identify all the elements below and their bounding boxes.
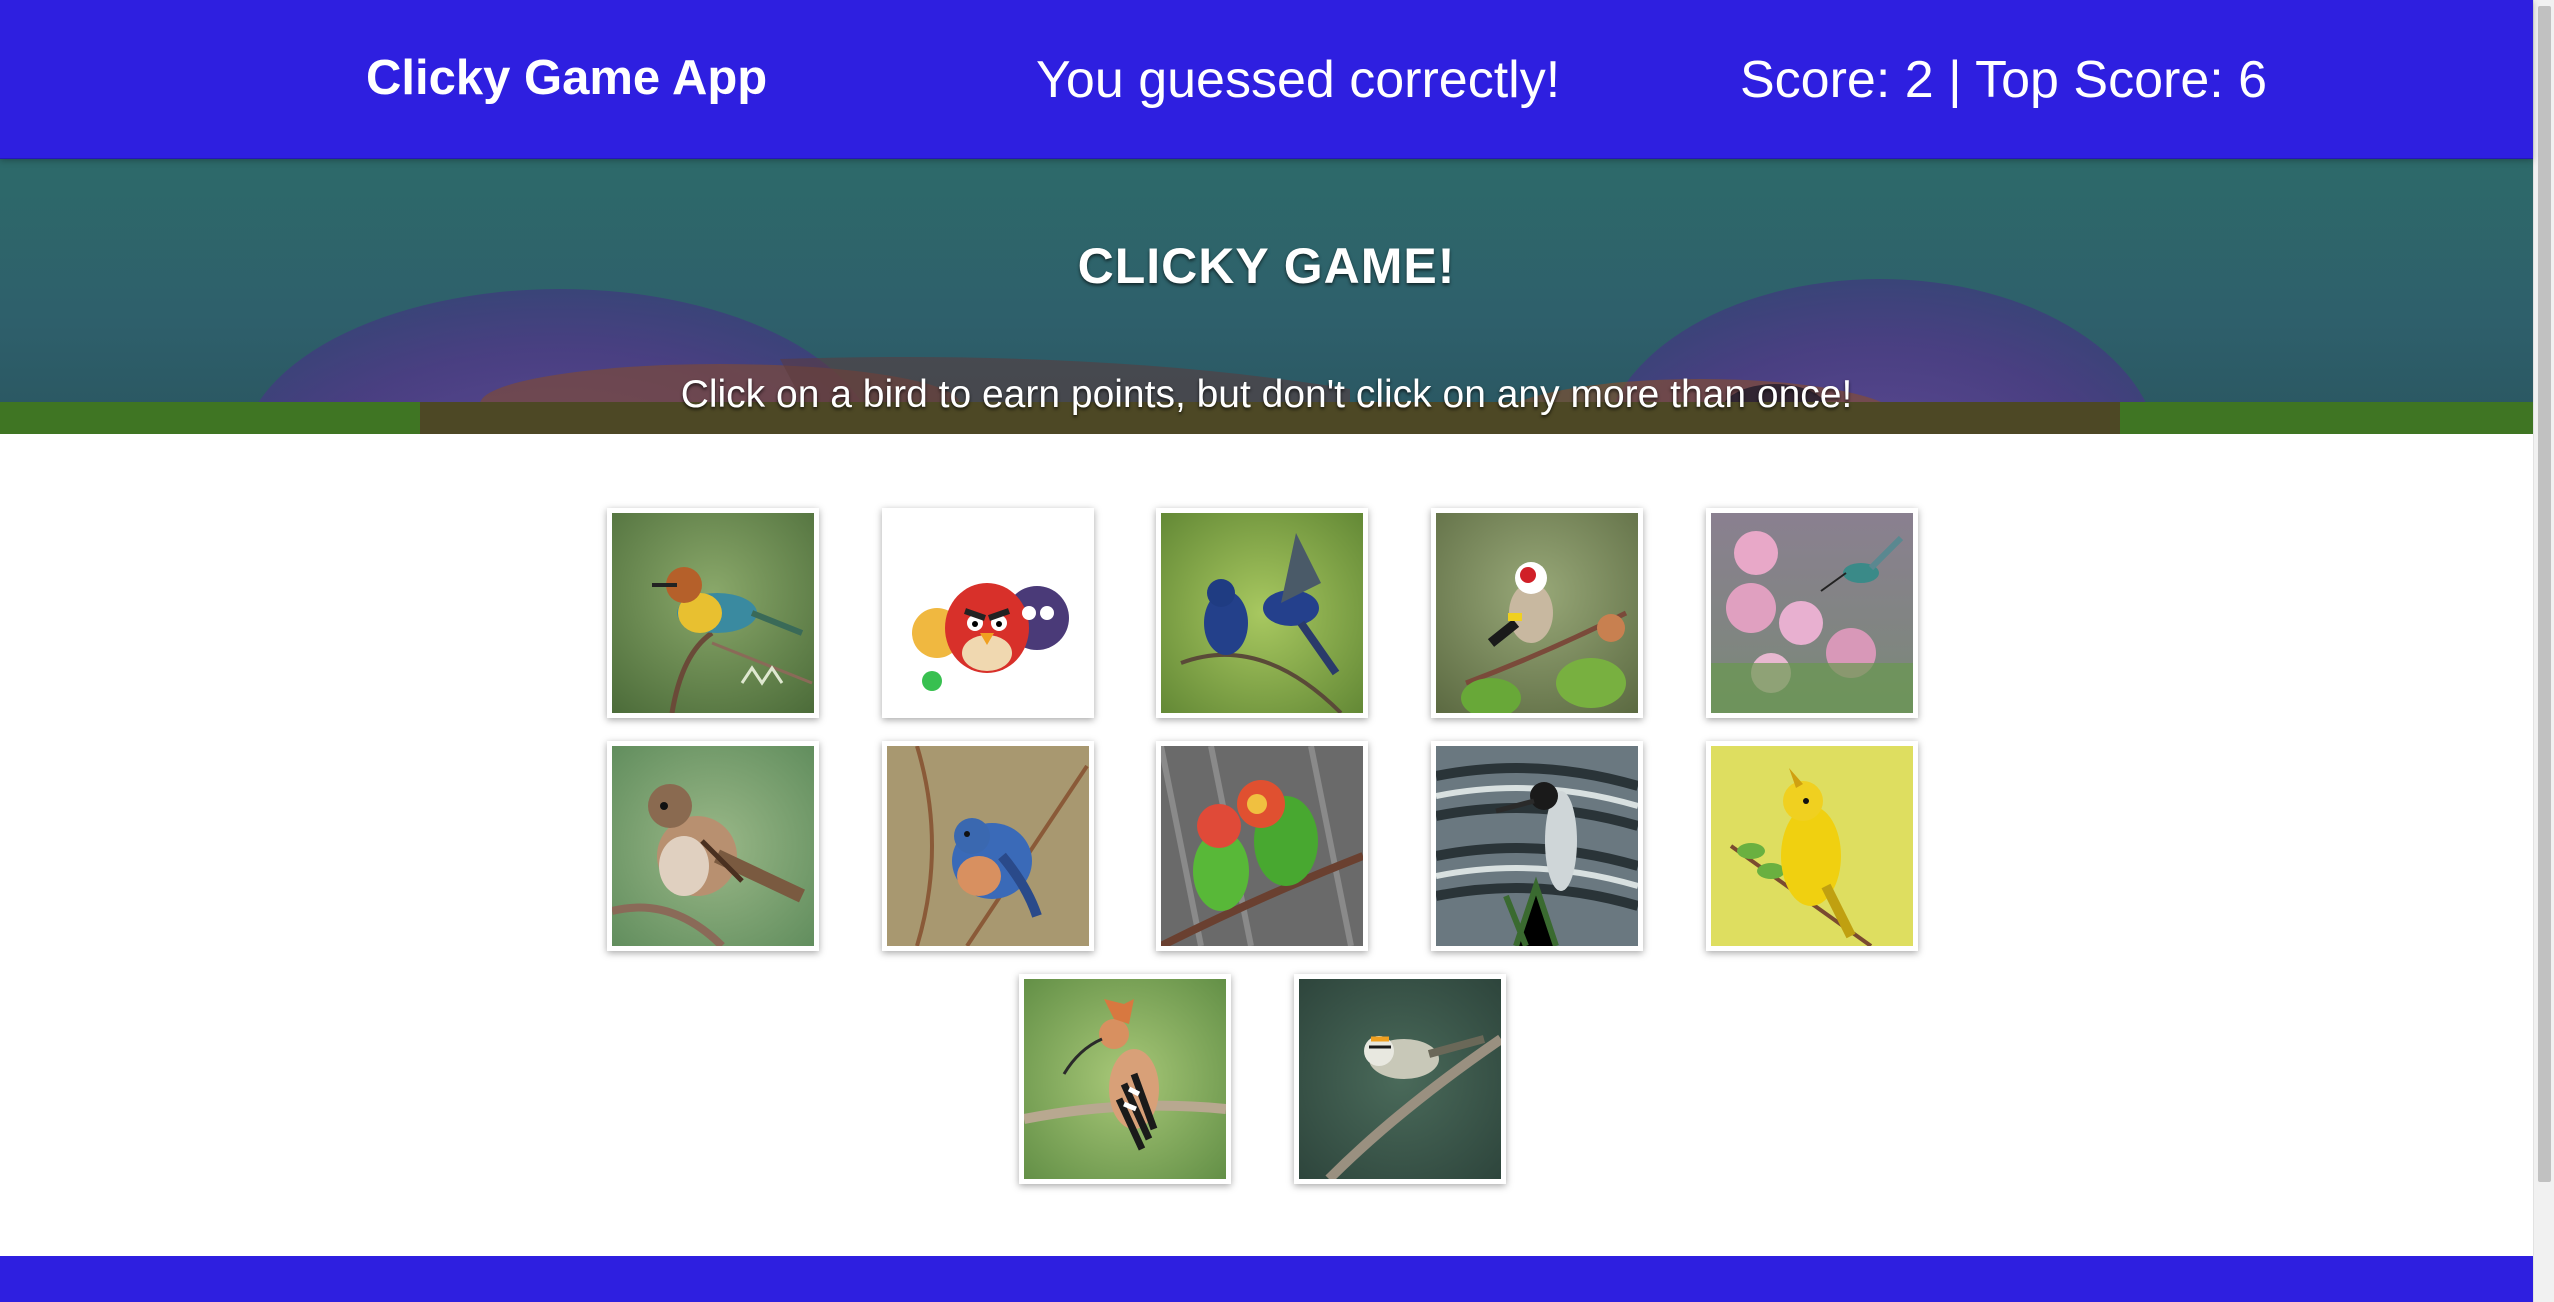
hero-banner: CLICKY GAME! Click on a bird to earn poi… — [0, 159, 2533, 434]
bird-card[interactable] — [1156, 508, 1368, 718]
kinglet-image — [1299, 979, 1501, 1179]
hoopoe-image — [1024, 979, 1226, 1179]
bird-card[interactable] — [1706, 741, 1918, 951]
hummingbird-image — [1711, 513, 1913, 713]
scrollbar-thumb[interactable] — [2538, 6, 2551, 1182]
indigo-buntings-image — [1161, 513, 1363, 713]
yellow-warbler-image — [1711, 746, 1913, 946]
lovebirds-image — [1161, 746, 1363, 946]
bird-card[interactable] — [882, 508, 1094, 718]
bee-eater-image — [612, 513, 814, 713]
bluebird-image — [887, 746, 1089, 946]
bird-card[interactable] — [607, 741, 819, 951]
navbar: Clicky Game App You guessed correctly! S… — [0, 0, 2533, 159]
app-brand[interactable]: Clicky Game App — [366, 50, 767, 106]
bird-card[interactable] — [607, 508, 819, 718]
bird-card[interactable] — [1431, 741, 1643, 951]
bird-card[interactable] — [882, 741, 1094, 951]
guess-status: You guessed correctly! — [1036, 51, 1561, 109]
bird-card[interactable] — [1431, 508, 1643, 718]
sparrow-image — [612, 746, 814, 946]
vertical-scrollbar[interactable] — [2533, 0, 2554, 1302]
hero-subtitle: Click on a bird to earn points, but don'… — [680, 373, 1853, 416]
goldfinch-image — [1436, 513, 1638, 713]
bird-card[interactable] — [1019, 974, 1231, 1184]
page-footer — [0, 1256, 2533, 1302]
angry-birds-image — [887, 513, 1089, 713]
bird-card[interactable] — [1706, 508, 1918, 718]
bird-card[interactable] — [1156, 741, 1368, 951]
hero-title: CLICKY GAME! — [1077, 238, 1456, 294]
heron-image — [1436, 746, 1638, 946]
score-display: Score: 2 | Top Score: 6 — [1740, 51, 2268, 109]
bird-card[interactable] — [1294, 974, 1506, 1184]
